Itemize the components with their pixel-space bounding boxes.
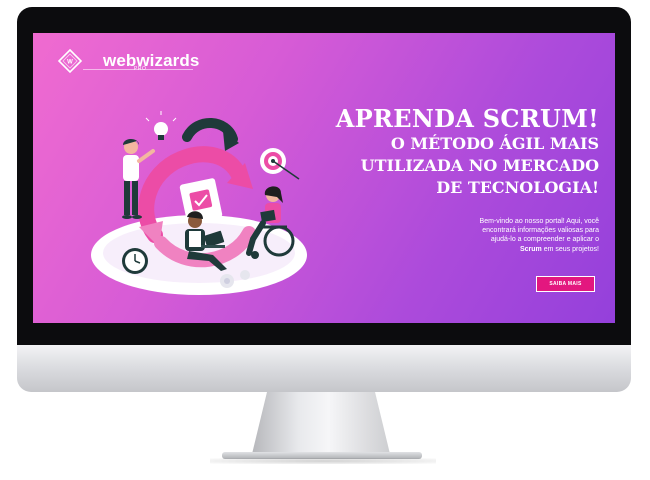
learn-more-button[interactable]: SAIBA MAIS [536,276,595,292]
clock-icon [122,248,148,274]
website-screen: W webwizards PRO APRENDA SCRUM! O MÉTODO… [33,33,615,323]
logo-diamond-icon: W [57,48,83,74]
description-line-1: Bem-vindo ao nosso portal! Aqui, você [479,218,599,225]
svg-text:W: W [67,60,73,66]
monitor-chin [17,345,631,392]
hero-subtitle-line-2: UTILIZADA NO MERCADO [360,156,599,175]
base-shadow [210,458,436,464]
hero-heading: APRENDA SCRUM! O MÉTODO ÁGIL MAIS UTILIZ… [336,105,599,199]
scrum-team-illustration [91,111,307,295]
description-highlight: Scrum [520,245,542,253]
hero-subtitle-line-1: O MÉTODO ÁGIL MAIS [390,134,599,153]
lightbulb-icon [145,111,177,140]
hero-description: Bem-vindo ao nosso portal! Aqui, você en… [439,217,599,254]
monitor-stand [252,392,390,454]
hero-title: APRENDA SCRUM! [335,104,599,133]
hero-subtitle-line-3: DE TECNOLOGIA! [436,178,599,197]
brand-name: webwizards [103,51,200,70]
imac-monitor: W webwizards PRO APRENDA SCRUM! O MÉTODO… [17,7,631,392]
brand-tagline: PRO [134,66,147,72]
description-end: em seus projetos! [541,245,599,253]
target-icon [260,148,300,180]
description-line-4: Scrum em seus projetos! [439,245,599,254]
description-line-2: encontrará informações valiosas para [482,227,599,235]
brand-logo[interactable]: W webwizards [57,48,199,74]
description-line-3: ajudá-lo a compreender e aplicar o [490,236,599,244]
monitor-bezel: W webwizards PRO APRENDA SCRUM! O MÉTODO… [17,7,631,345]
